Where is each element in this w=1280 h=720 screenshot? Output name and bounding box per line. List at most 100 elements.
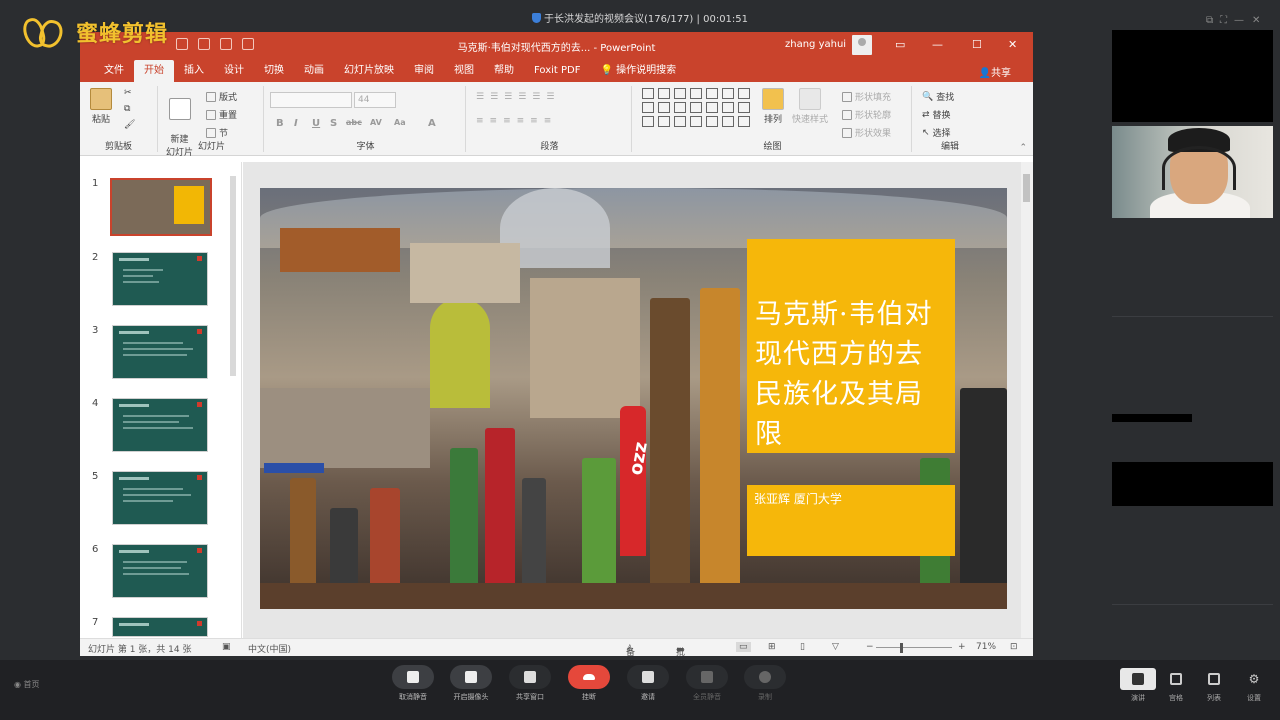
speaker-view-button[interactable]: 演讲 bbox=[1120, 668, 1156, 703]
slide-1[interactable]: ozz 马克斯·韦伯对现代西方的去民族化及其局限 张亚辉 厦门大学 bbox=[260, 188, 1007, 609]
quick-styles-button[interactable]: 快速样式 bbox=[792, 88, 828, 125]
title-separator: | bbox=[696, 14, 700, 25]
select-button[interactable]: ↖ 选择 bbox=[922, 126, 951, 140]
minimize-icon[interactable]: — bbox=[1234, 15, 1244, 26]
zoom-out-icon[interactable]: − bbox=[866, 642, 874, 652]
unmute-button[interactable]: 取消静音 bbox=[391, 665, 435, 702]
user-avatar[interactable] bbox=[852, 35, 872, 55]
zoom-level[interactable]: 71% bbox=[976, 642, 996, 652]
slide-thumb-2[interactable] bbox=[112, 252, 208, 306]
video-tile[interactable] bbox=[1112, 30, 1273, 122]
format-painter-icon[interactable]: 🖌 bbox=[124, 120, 135, 130]
mute-all-button[interactable]: 全员静音 bbox=[685, 665, 729, 702]
invite-button[interactable]: 邀请 bbox=[626, 665, 670, 702]
font-size-combo[interactable]: 44 bbox=[354, 92, 396, 108]
slide-thumb-3[interactable] bbox=[112, 325, 208, 379]
tab-help[interactable]: 帮助 bbox=[484, 60, 524, 82]
thumbnails-scrollbar[interactable] bbox=[228, 168, 238, 632]
align-buttons-icon[interactable]: ≡≡≡≡≡≡ bbox=[476, 116, 557, 126]
list-buttons-icon[interactable]: ☰☰☰☰☰☰ bbox=[476, 92, 560, 102]
sculpture-figure bbox=[485, 428, 515, 598]
camera-icon bbox=[450, 665, 492, 689]
tab-transitions[interactable]: 切换 bbox=[254, 60, 294, 82]
tell-me-search[interactable]: 💡 操作说明搜索 bbox=[590, 60, 686, 82]
tab-review[interactable]: 审阅 bbox=[404, 60, 444, 82]
record-button[interactable]: 录制 bbox=[743, 665, 787, 702]
pillars bbox=[530, 278, 640, 418]
video-tile[interactable] bbox=[1112, 462, 1273, 506]
sculpture-figure bbox=[700, 288, 740, 588]
hang-up-button[interactable]: 挂断 bbox=[567, 665, 611, 702]
reading-view-icon[interactable]: ▯ bbox=[800, 642, 805, 652]
tab-foxit-pdf[interactable]: Foxit PDF bbox=[524, 60, 590, 82]
find-button[interactable]: 🔍 查找 bbox=[922, 90, 954, 104]
change-case-button[interactable]: Aa bbox=[394, 118, 406, 127]
shape-fill-button[interactable]: 形状填充 bbox=[842, 90, 891, 103]
participant-camera-video[interactable] bbox=[1112, 126, 1273, 218]
ppt-title-bar: 马克斯·韦伯对现代西方的去... - PowerPoint zhang yahu… bbox=[80, 32, 1033, 58]
share-button[interactable]: 👤共享 bbox=[979, 64, 1011, 79]
slide-subtitle-box[interactable]: 张亚辉 厦门大学 bbox=[747, 485, 955, 556]
pip-icon[interactable]: ⧉ bbox=[1206, 15, 1213, 26]
zoom-in-icon[interactable]: + bbox=[958, 642, 966, 652]
fullscreen-icon[interactable]: ⛶ bbox=[1220, 15, 1227, 26]
camera-button[interactable]: 开启摄像头 bbox=[449, 665, 493, 702]
central-archway bbox=[430, 298, 490, 408]
replace-button[interactable]: ⇄ 替换 bbox=[922, 108, 951, 122]
underline-button[interactable]: U bbox=[312, 118, 320, 129]
slide-sorter-icon[interactable]: ⊞ bbox=[768, 642, 776, 652]
video-tile[interactable] bbox=[1112, 414, 1192, 422]
canvas-scrollbar[interactable] bbox=[1021, 162, 1033, 638]
strikethrough-button[interactable]: abc bbox=[346, 118, 362, 127]
tab-home[interactable]: 开始 bbox=[134, 60, 174, 82]
char-spacing-button[interactable]: AV bbox=[370, 118, 382, 127]
slide-thumb-4[interactable] bbox=[112, 398, 208, 452]
slide-thumb-7[interactable] bbox=[112, 617, 208, 637]
tab-file[interactable]: 文件 bbox=[94, 60, 134, 82]
close-icon[interactable]: ✕ bbox=[1008, 38, 1017, 51]
shadow-button[interactable]: S bbox=[330, 118, 337, 129]
close-icon[interactable]: ✕ bbox=[1252, 15, 1260, 26]
paste-button[interactable]: 粘贴 bbox=[90, 88, 112, 125]
copy-icon[interactable]: ⧉ bbox=[124, 104, 130, 114]
settings-button[interactable]: ⚙ 设置 bbox=[1236, 668, 1272, 703]
cut-icon[interactable]: ✂ bbox=[124, 88, 132, 98]
slideshow-icon[interactable]: ▽ bbox=[832, 642, 839, 652]
collapse-ribbon-icon[interactable]: ⌃ bbox=[1019, 143, 1027, 153]
maximize-icon[interactable]: ☐ bbox=[972, 38, 982, 51]
italic-button[interactable]: I bbox=[294, 118, 298, 129]
fit-slide-icon[interactable]: ⊡ bbox=[1010, 642, 1018, 652]
slide-thumb-5[interactable] bbox=[112, 471, 208, 525]
minimize-icon[interactable]: — bbox=[932, 38, 943, 51]
zoom-slider[interactable] bbox=[876, 647, 952, 648]
reset-button[interactable]: 重置 bbox=[206, 108, 237, 121]
section-button[interactable]: 节 bbox=[206, 126, 228, 139]
arrange-button[interactable]: 排列 bbox=[762, 88, 784, 125]
shape-effects-button[interactable]: 形状效果 bbox=[842, 126, 891, 139]
shapes-gallery[interactable] bbox=[642, 88, 754, 127]
home-button[interactable]: ◉ 首页 bbox=[14, 679, 40, 690]
user-name[interactable]: zhang yahui bbox=[785, 39, 846, 50]
share-window-button[interactable]: 共享窗口 bbox=[508, 665, 552, 702]
tab-animations[interactable]: 动画 bbox=[294, 60, 334, 82]
layout-button[interactable]: 版式 bbox=[206, 90, 237, 103]
grid-view-button[interactable]: 宫格 bbox=[1158, 668, 1194, 703]
tab-view[interactable]: 视图 bbox=[444, 60, 484, 82]
ribbon-display-icon[interactable]: ▭ bbox=[895, 38, 905, 51]
tab-slideshow[interactable]: 幻灯片放映 bbox=[334, 60, 404, 82]
shape-outline-button[interactable]: 形状轮廓 bbox=[842, 108, 891, 121]
slide-title-box[interactable]: 马克斯·韦伯对现代西方的去民族化及其局限 bbox=[747, 239, 955, 453]
slide-thumb-1[interactable] bbox=[110, 178, 212, 236]
font-color-button[interactable]: A bbox=[428, 118, 436, 129]
font-name-combo[interactable] bbox=[270, 92, 352, 108]
spellcheck-icon[interactable]: ▣ bbox=[222, 642, 231, 652]
home-label: 首页 bbox=[23, 680, 40, 689]
list-view-button[interactable]: 列表 bbox=[1196, 668, 1232, 703]
language[interactable]: 中文(中国) bbox=[248, 642, 291, 655]
bold-button[interactable]: B bbox=[276, 118, 284, 129]
zoom-slider-thumb[interactable] bbox=[900, 643, 903, 653]
tab-insert[interactable]: 插入 bbox=[174, 60, 214, 82]
normal-view-icon[interactable]: ▭ bbox=[736, 642, 751, 652]
tab-design[interactable]: 设计 bbox=[214, 60, 254, 82]
slide-thumb-6[interactable] bbox=[112, 544, 208, 598]
